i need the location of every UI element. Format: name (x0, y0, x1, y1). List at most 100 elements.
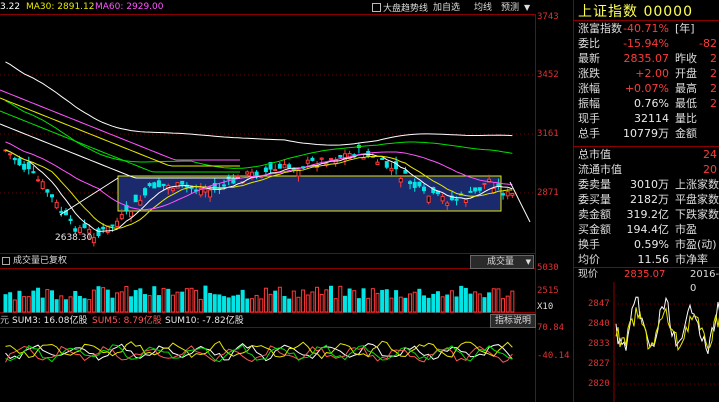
volume-bar (254, 294, 259, 313)
indicator-help-button[interactable]: 指标说明 (490, 314, 536, 328)
volume-bar (445, 294, 450, 313)
quote-label: 均价 (578, 253, 600, 266)
candle (54, 201, 59, 209)
volume-bar (208, 292, 213, 313)
volume-bar (431, 293, 436, 313)
candle (22, 163, 27, 170)
volume-bar (73, 290, 78, 313)
volume-bar (361, 288, 366, 313)
quote-value: 20 (703, 163, 717, 176)
quote-panel: 上证指数 00000 涨富指数 -40.71% [年] 委比 -15.94% -82 最新 2… (573, 0, 719, 402)
volume-bar (398, 296, 403, 313)
quote-value: 11.56 (637, 253, 670, 266)
quote-label: 涨幅 (578, 82, 600, 95)
candle (245, 171, 250, 175)
mini-axis-label: 2820 (588, 379, 610, 389)
mini-axis-label: 2833 (588, 339, 610, 349)
current-price-label: 现价 (578, 269, 598, 280)
volume-bar (110, 297, 115, 313)
candle (389, 167, 394, 172)
chart-area[interactable] (0, 0, 572, 402)
indicator-line (5, 340, 513, 360)
volume-bar (329, 285, 333, 313)
volume-bar (408, 293, 413, 313)
volume-bar (184, 288, 189, 313)
volume-bar (249, 298, 254, 313)
volume-bar (170, 294, 175, 313)
candle (50, 194, 54, 198)
volume-bar (101, 287, 106, 313)
quote-row: 涨跌 +2.00 开盘 2 (574, 66, 717, 81)
volume-bar (422, 295, 426, 313)
candle (273, 169, 278, 172)
volume-bar (263, 287, 268, 313)
volume-bar (356, 298, 361, 313)
quote-row: 涨幅 +0.07% 最高 2 (574, 81, 717, 96)
volume-bar (459, 285, 464, 313)
volume-bar (482, 297, 487, 313)
candle (96, 228, 101, 237)
quote-row: 流通市值 20 (574, 162, 717, 177)
low-price-label: 2638.30 (55, 233, 93, 243)
volume-bar (487, 292, 492, 313)
volume-bar (226, 297, 231, 313)
quote-value: 2 (710, 97, 717, 110)
volume-bar (105, 289, 110, 313)
volume-bar (384, 289, 389, 313)
volume-bar (277, 286, 282, 313)
volume-bar (463, 287, 468, 313)
current-price-value: 2835.07 (624, 269, 666, 280)
candle (505, 191, 510, 197)
volume-bar (166, 288, 171, 313)
volume-bar (296, 296, 301, 313)
candle (375, 161, 380, 165)
candle (12, 157, 17, 161)
volume-bar (426, 297, 431, 313)
volume-bar (287, 298, 292, 313)
candle (180, 180, 185, 185)
index-title: 上证指数 00000 (578, 4, 693, 20)
indicator-readout-sum10: SUM10: -7.82亿股 (165, 316, 244, 326)
volume-bar (468, 293, 473, 313)
quote-label: 金额 (675, 127, 697, 140)
volume-bar (231, 295, 236, 313)
candle (26, 161, 31, 170)
quote-value: 2 (710, 52, 717, 65)
candle (31, 171, 36, 174)
volume-bar (68, 296, 73, 313)
volume-bar (305, 294, 310, 313)
volume-bar (449, 290, 454, 313)
quote-label: 流通市值 (578, 163, 622, 176)
quote-label: 卖金额 (578, 208, 611, 221)
volume-bar (198, 298, 203, 313)
candle (36, 179, 41, 182)
candle (510, 192, 515, 196)
volume-bar (505, 295, 510, 313)
volume-bar (212, 294, 217, 313)
volume-panel-icon[interactable] (2, 257, 10, 265)
candle (463, 199, 468, 204)
volume-bar (236, 294, 240, 313)
quote-value: -15.94% (623, 37, 669, 50)
quote-value: 2 (710, 67, 717, 80)
candle (468, 190, 473, 193)
volume-bar (315, 286, 320, 313)
volume-bar (370, 288, 375, 313)
candle (408, 181, 413, 185)
volume-bar (133, 290, 138, 313)
candle (119, 214, 124, 220)
volume-bar (417, 288, 422, 313)
candle (380, 157, 385, 160)
volume-bar (194, 289, 199, 313)
candle (73, 228, 78, 232)
candle (129, 211, 134, 218)
current-price-row: 现价 2835.07 2016-0 (574, 268, 719, 294)
quote-label: [年] (675, 22, 695, 35)
quote-value: -40.71% (623, 22, 669, 35)
volume-bar (333, 298, 338, 313)
candle (277, 163, 282, 169)
volume-dropdown[interactable]: 成交量 ▼ (470, 255, 534, 269)
quote-row: 振幅 0.76% 最低 2 (574, 96, 717, 111)
candle (110, 224, 115, 227)
volume-bar (59, 295, 64, 313)
